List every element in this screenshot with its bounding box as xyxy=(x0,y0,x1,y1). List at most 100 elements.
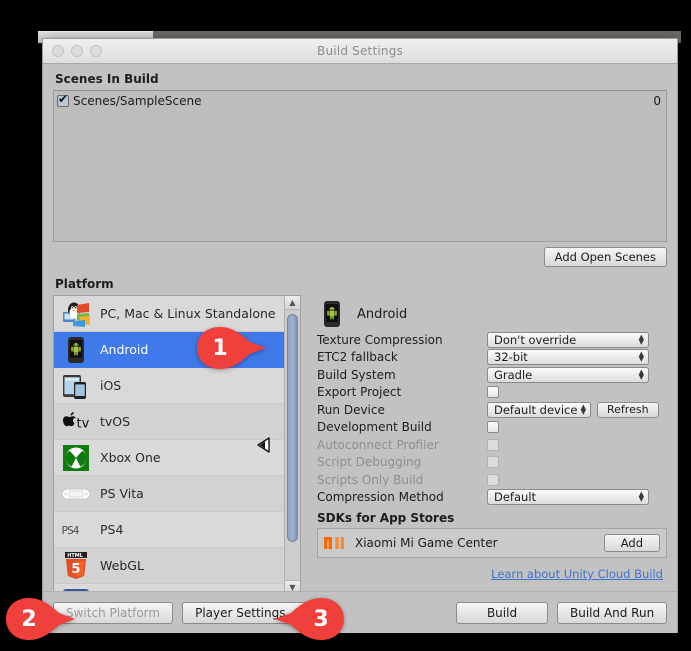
platform-item-android[interactable]: Android xyxy=(54,332,284,453)
platform-item-label: PS Vita xyxy=(100,486,144,501)
screen: Build Settings Scenes In Build Scenes/Sa… xyxy=(0,0,691,651)
chevron-updown-icon: ▲ ▼ xyxy=(638,332,644,346)
field-development-build: Development Build xyxy=(313,419,667,437)
scene-enabled-checkbox[interactable] xyxy=(57,92,69,107)
platform-item-webgl[interactable]: HTML 5 WebGL xyxy=(54,548,284,584)
scene-row[interactable]: Scenes/SampleScene 0 xyxy=(54,91,666,109)
field-scripts-only-build: Scripts Only Build xyxy=(313,471,667,489)
sdk-entry-row: Xiaomi Mi Game Center Add xyxy=(317,528,667,558)
build-button[interactable]: Build xyxy=(456,601,548,624)
refresh-devices-button[interactable]: Refresh xyxy=(597,401,659,418)
window-footer: Switch Platform Player Settings... Build… xyxy=(43,591,677,633)
scenes-in-build-label: Scenes In Build xyxy=(55,72,159,86)
run-device-dropdown[interactable]: Default device ▲ ▼ xyxy=(487,401,591,418)
selected-platform-header: Android xyxy=(313,297,667,331)
platform-item-ios[interactable]: iOS xyxy=(54,368,284,404)
field-label: Scripts Only Build xyxy=(317,472,424,487)
platform-item-tvos[interactable]: tv tvOS xyxy=(54,404,284,440)
svg-text:tv: tv xyxy=(77,416,90,431)
platform-area: PC, Mac & Linux Standalone Android iOS t… xyxy=(53,295,667,595)
field-etc2-fallback: ETC2 fallback 32-bit ▲ ▼ xyxy=(313,349,667,367)
development-build-checkbox[interactable] xyxy=(487,421,499,434)
sdks-for-app-stores-label: SDKs for App Stores xyxy=(317,511,455,525)
chevron-updown-icon: ▲ ▼ xyxy=(638,367,644,381)
platform-item-label: iOS xyxy=(100,378,122,393)
ps4-icon: PS4 xyxy=(61,515,91,545)
platform-item-label: Xbox One xyxy=(100,450,161,465)
dropdown-value: Default xyxy=(494,490,537,505)
field-texture-compression: Texture Compression Don't override ▲ ▼ xyxy=(313,331,667,349)
field-label: ETC2 fallback xyxy=(317,350,398,365)
svg-text:HTML: HTML xyxy=(67,553,84,559)
platform-item-label: PC, Mac & Linux Standalone xyxy=(100,306,276,321)
platform-label: Platform xyxy=(55,277,114,291)
field-label: Texture Compression xyxy=(317,332,443,347)
platform-list-scrollbar[interactable]: ▲ ▼ xyxy=(284,296,300,594)
field-label: Build System xyxy=(317,367,396,382)
build-system-dropdown[interactable]: Gradle ▲ ▼ xyxy=(487,366,649,383)
platform-item-ps-vita[interactable]: PS Vita xyxy=(54,476,284,512)
unity-logo-icon xyxy=(254,435,274,455)
field-label: Script Debugging xyxy=(317,455,422,470)
chevron-updown-icon: ▲ ▼ xyxy=(580,402,586,416)
field-build-system: Build System Gradle ▲ ▼ xyxy=(313,366,667,384)
switch-platform-button[interactable]: Switch Platform xyxy=(53,601,174,624)
field-script-debugging: Script Debugging xyxy=(313,454,667,472)
ios-icon xyxy=(61,371,91,401)
field-label: Run Device xyxy=(317,402,385,417)
dropdown-value: Default device xyxy=(494,402,577,417)
autoconnect-profiler-checkbox xyxy=(487,438,499,451)
platform-item-label: PS4 xyxy=(100,522,124,537)
field-label: Export Project xyxy=(317,385,402,400)
psvita-icon xyxy=(61,479,91,509)
learn-about-unity-cloud-build-link[interactable]: Learn about Unity Cloud Build xyxy=(491,567,663,581)
dropdown-value: 32-bit xyxy=(494,350,528,365)
export-project-checkbox[interactable] xyxy=(487,386,499,399)
scripts-only-build-checkbox xyxy=(487,473,499,486)
dropdown-value: Gradle xyxy=(494,367,533,382)
script-debugging-checkbox xyxy=(487,456,499,469)
tvos-icon: tv xyxy=(61,407,91,437)
platform-item-ps4[interactable]: PS4 PS4 xyxy=(54,512,284,548)
scroll-up-arrow-icon[interactable]: ▲ xyxy=(285,296,300,310)
scene-path: Scenes/SampleScene xyxy=(73,94,202,108)
etc2-fallback-dropdown[interactable]: 32-bit ▲ ▼ xyxy=(487,349,649,366)
android-icon xyxy=(317,299,347,329)
scrollbar-thumb[interactable] xyxy=(287,314,298,542)
sdk-entry-name: Xiaomi Mi Game Center xyxy=(355,536,498,550)
window-titlebar: Build Settings xyxy=(43,39,677,64)
pc-mac-linux-icon xyxy=(61,299,91,329)
scene-index: 0 xyxy=(653,94,661,108)
build-and-run-button[interactable]: Build And Run xyxy=(557,601,667,624)
platform-item-label: Android xyxy=(100,342,149,357)
scenes-list[interactable]: Scenes/SampleScene 0 xyxy=(53,90,667,242)
platform-list-viewport: PC, Mac & Linux Standalone Android iOS t… xyxy=(54,296,284,594)
texture-compression-dropdown[interactable]: Don't override ▲ ▼ xyxy=(487,331,649,348)
window-title: Build Settings xyxy=(317,44,403,58)
platform-item-label: tvOS xyxy=(100,414,131,429)
html5-icon: HTML 5 xyxy=(61,551,91,581)
add-open-scenes-row: Add Open Scenes xyxy=(53,242,667,269)
field-label: Autoconnect Profiler xyxy=(317,437,439,452)
field-label: Development Build xyxy=(317,420,432,435)
xiaomi-mi-icon xyxy=(324,534,346,552)
field-export-project: Export Project xyxy=(313,384,667,402)
platform-item-xbox-one[interactable]: Xbox One xyxy=(54,440,284,476)
svg-text:5: 5 xyxy=(71,562,80,577)
player-settings-button[interactable]: Player Settings... xyxy=(182,601,310,624)
platform-item-label: WebGL xyxy=(100,558,144,573)
chevron-updown-icon: ▲ ▼ xyxy=(638,490,644,504)
xbox-icon xyxy=(61,443,91,473)
window-body: Scenes In Build Scenes/SampleScene 0 Add… xyxy=(43,64,677,633)
platform-list[interactable]: PC, Mac & Linux Standalone Android iOS t… xyxy=(53,295,301,595)
field-compression-method: Compression Method Default ▲ ▼ xyxy=(313,489,667,507)
compression-method-dropdown[interactable]: Default ▲ ▼ xyxy=(487,489,649,506)
add-open-scenes-button[interactable]: Add Open Scenes xyxy=(543,247,667,267)
field-autoconnect-profiler: Autoconnect Profiler xyxy=(313,436,667,454)
add-sdk-button[interactable]: Add xyxy=(603,534,660,552)
field-label: Compression Method xyxy=(317,490,444,505)
selected-platform-name: Android xyxy=(357,306,408,322)
android-icon xyxy=(61,335,91,365)
field-run-device: Run Device Default device ▲ ▼ Refresh xyxy=(313,401,667,419)
platform-item-pc-mac-linux[interactable]: PC, Mac & Linux Standalone xyxy=(54,296,284,332)
